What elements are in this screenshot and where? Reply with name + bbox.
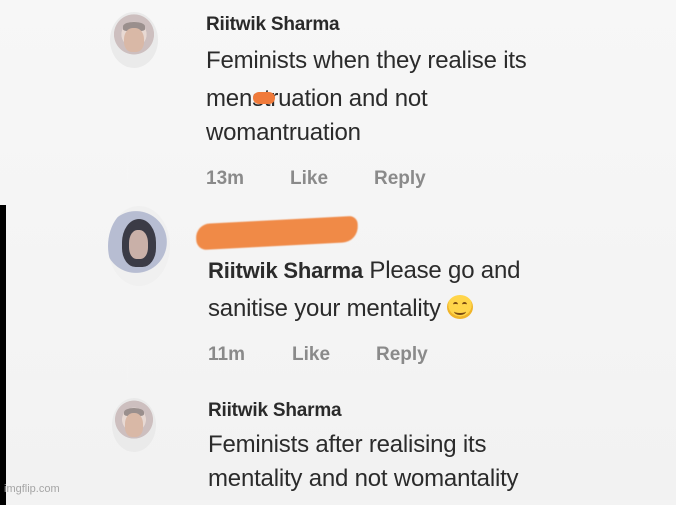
smiling-face-icon xyxy=(446,295,473,319)
comment-text: Please go and xyxy=(369,257,521,284)
reply-button[interactable]: Reply xyxy=(374,168,426,190)
comment-text-line: menstruation and not xyxy=(206,85,428,112)
comment-text: sanitise your mentality xyxy=(208,295,441,322)
avatar[interactable] xyxy=(110,12,158,68)
avatar[interactable] xyxy=(108,206,170,286)
comment-author[interactable]: Riitwik Sharma xyxy=(208,400,342,422)
comment-meta: 11m Like Reply xyxy=(208,344,508,368)
comment-author[interactable]: Riitwik Sharma xyxy=(206,14,340,36)
timestamp: 11m xyxy=(208,344,245,365)
comment-text-line: mentality and not womantality xyxy=(208,465,519,492)
avatar-face xyxy=(124,27,144,53)
avatar-face xyxy=(125,413,143,437)
edge-border xyxy=(0,205,6,505)
comment-text-line: Feminists after realising its xyxy=(208,431,487,458)
mention-link[interactable]: Riitwik Sharma xyxy=(208,258,363,283)
reply-button[interactable]: Reply xyxy=(376,344,428,366)
like-button[interactable]: Like xyxy=(292,344,330,366)
timestamp: 13m xyxy=(206,168,245,189)
watermark: imgflip.com xyxy=(4,483,60,495)
comment-text-line: sanitise your mentality xyxy=(208,292,473,326)
comment-text-line: Feminists when they realise its xyxy=(206,47,527,74)
avatar[interactable] xyxy=(112,398,156,452)
redaction-mark xyxy=(253,92,275,104)
like-button[interactable]: Like xyxy=(290,168,328,190)
avatar-face xyxy=(129,230,148,259)
comment-text-line: womantruation xyxy=(206,119,361,146)
comment-text-line: Riitwik Sharma Please go and xyxy=(208,254,520,288)
comment-meta: 13m Like Reply xyxy=(206,168,506,192)
